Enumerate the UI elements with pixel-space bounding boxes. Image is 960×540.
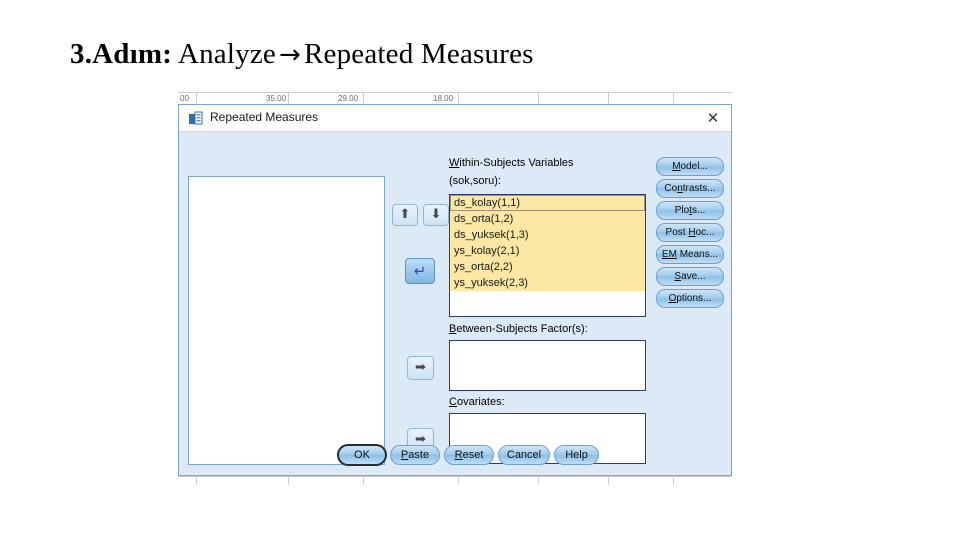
post-hoc-button[interactable]: Post Hoc...: [656, 223, 724, 242]
list-item[interactable]: ys_yuksek(2,3): [450, 275, 645, 291]
list-item[interactable]: ds_orta(1,2): [450, 211, 645, 227]
save-button[interactable]: Save...: [656, 267, 724, 286]
label-rest: etween-Subjects Factor(s):: [456, 323, 588, 335]
page-title-analyze: Analyze: [177, 38, 276, 70]
within-subjects-variables-label: Within-Subjects Variables: [449, 157, 574, 169]
cancel-button[interactable]: Cancel: [498, 445, 550, 465]
em-means-button[interactable]: EM Means...: [656, 245, 724, 264]
within-subjects-sublabel: (sok,soru):: [449, 175, 501, 187]
between-subjects-factors-list[interactable]: [449, 340, 646, 391]
mnemonic-letter: W: [449, 157, 460, 169]
label-rest: ovariates:: [456, 396, 505, 408]
help-button[interactable]: Help: [554, 445, 599, 465]
right-arrow-icon: →: [278, 40, 301, 70]
plots-button[interactable]: Plots...: [656, 201, 724, 220]
dialog-body: Within-Subjects Variables (sok,soru): ds…: [179, 132, 731, 476]
options-button[interactable]: Options...: [656, 289, 724, 308]
spss-dialog-icon: [188, 110, 204, 126]
ok-button[interactable]: OK: [337, 444, 387, 466]
page-title: 3.Adım: Analyze → Repeated Measures: [70, 38, 534, 71]
move-up-icon[interactable]: ⬆: [392, 204, 418, 226]
grid-line: [673, 477, 674, 485]
source-variable-list[interactable]: [188, 176, 385, 465]
grid-line: [538, 477, 539, 485]
grid-cell: 29.00: [338, 94, 359, 103]
move-down-icon[interactable]: ⬇: [423, 204, 449, 226]
grid-line: [196, 477, 197, 485]
contrasts-button[interactable]: Contrasts...: [656, 179, 724, 198]
list-item[interactable]: ys_orta(2,2): [450, 259, 645, 275]
dialog-titlebar: Repeated Measures ✕: [179, 105, 731, 132]
reset-button[interactable]: Reset: [444, 445, 494, 465]
dialog-title: Repeated Measures: [210, 110, 319, 124]
page-title-repeated-measures: Repeated Measures: [303, 38, 534, 70]
between-subjects-factors-label: Between-Subjects Factor(s):: [449, 323, 588, 335]
mnemonic-letter: C: [449, 396, 457, 408]
grid-cell: 18.00: [433, 94, 454, 103]
grid-cell: 00: [180, 94, 189, 103]
grid-line: [363, 477, 364, 485]
covariates-label: Covariates:: [449, 396, 505, 408]
grid-line: [608, 477, 609, 485]
close-icon[interactable]: ✕: [703, 109, 723, 127]
page-title-step: 3.Adım:: [70, 38, 173, 70]
background-data-grid-bottom: [178, 476, 732, 485]
move-to-within-subjects-button[interactable]: ↵: [405, 258, 435, 284]
list-item[interactable]: ds_kolay(1,1): [450, 195, 645, 211]
paste-button[interactable]: Paste: [390, 445, 440, 465]
model-button[interactable]: Model...: [656, 157, 724, 176]
grid-line: [288, 477, 289, 485]
label-rest: ithin-Subjects Variables: [459, 157, 574, 169]
list-item[interactable]: ys_kolay(2,1): [450, 243, 645, 259]
grid-line: [458, 477, 459, 485]
move-to-between-subjects-button[interactable]: ➡: [407, 356, 434, 380]
repeated-measures-dialog: Repeated Measures ✕ Within-Subjects Vari…: [178, 104, 732, 476]
grid-cell: 35.00: [266, 94, 287, 103]
list-item[interactable]: ds_yuksek(1,3): [450, 227, 645, 243]
within-subjects-variables-list[interactable]: ds_kolay(1,1) ds_orta(1,2) ds_yuksek(1,3…: [449, 194, 646, 317]
